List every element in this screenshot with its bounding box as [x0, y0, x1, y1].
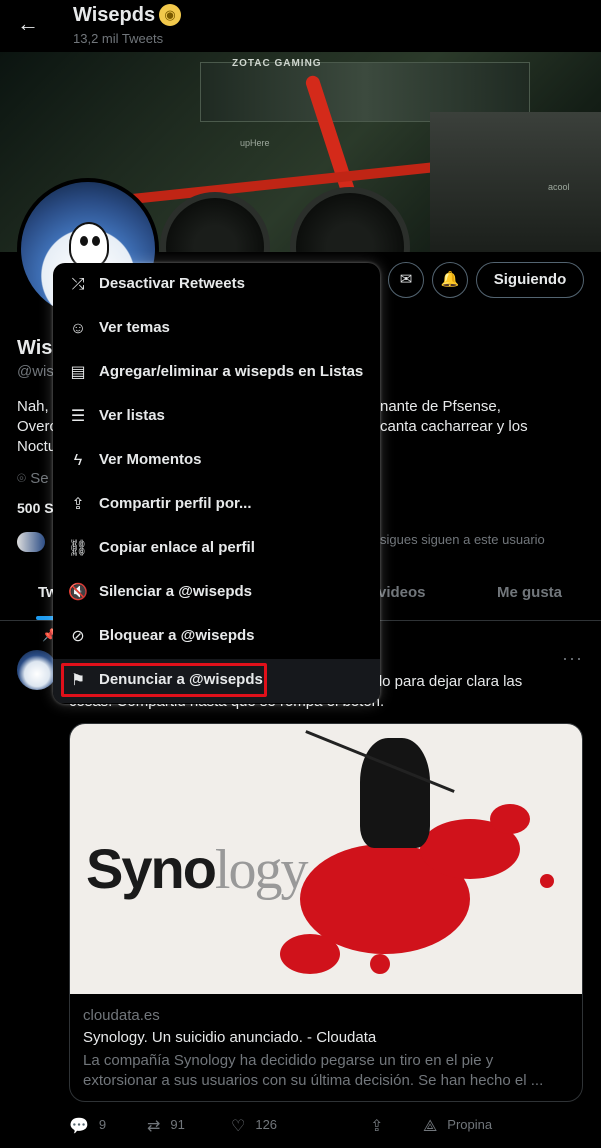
bell-plus-icon[interactable]: 🔔	[432, 262, 468, 298]
tip-icon: ⟁	[423, 1118, 438, 1135]
banner-gpu-label: ZOTAC GAMING	[232, 58, 322, 69]
menu-item-label: Ver temas	[99, 319, 170, 336]
synology-logo-b: logy	[214, 839, 309, 901]
bio-line: Overc	[17, 418, 58, 435]
menu-item-bloquear[interactable]: ⊘ Bloquear a @wisepds	[53, 615, 380, 659]
tab-media[interactable]: videos	[378, 568, 426, 621]
tip-label: Propina	[447, 1117, 493, 1132]
banner-board	[430, 112, 601, 252]
tweet-count: 13,2 mil Tweets	[73, 31, 164, 46]
banner-label-brand: acool	[548, 182, 570, 192]
heart-icon: ♡	[231, 1118, 246, 1135]
profile-stats[interactable]: 500 S	[17, 500, 54, 516]
profile-title-text: Wisepds	[73, 4, 156, 26]
profile-more-menu: ⤮ Desactivar Retweets ☺ Ver temas ▤ Agre…	[53, 263, 380, 704]
retweet-icon: ⇄	[147, 1118, 161, 1135]
synology-logo: Synology	[86, 836, 309, 902]
arrow-left-icon[interactable]: ←	[14, 10, 42, 38]
tweet-avatar[interactable]	[17, 650, 57, 690]
bio-line: nante de Pfsense,	[380, 398, 501, 415]
bio-line: Nah,	[17, 398, 49, 415]
menu-item-label: Denunciar a @wisepds	[99, 671, 263, 688]
topics-icon: ☺	[69, 320, 87, 337]
bio-line: canta cacharrear y los	[380, 418, 528, 435]
synology-logo-a: Syno	[86, 837, 217, 900]
tab-likes[interactable]: Me gusta	[497, 568, 562, 621]
share-button[interactable]: ⇪	[370, 1112, 393, 1138]
menu-item-label: Copiar enlace al perfil	[99, 539, 255, 556]
retweet-button[interactable]: ⇄ 91	[147, 1112, 185, 1138]
retweet-off-icon: ⤮	[71, 276, 85, 293]
link-card-title: Synology. Un suicidio anunciado. - Cloud…	[83, 1029, 377, 1046]
banner-label-uphere: upHere	[240, 138, 270, 148]
bio-line: Noctu	[17, 438, 57, 455]
avatar-skull	[69, 222, 109, 268]
followed-by-text: sigues siguen a este usuario	[380, 532, 545, 547]
banner-fan	[290, 187, 410, 252]
blood-splatter	[370, 954, 390, 974]
menu-item-label: Ver listas	[99, 407, 165, 424]
menu-item-copiar-enlace[interactable]: ⛓ Copiar enlace al perfil	[53, 527, 380, 571]
tip-button[interactable]: ⟁ Propina	[423, 1112, 492, 1138]
location-text: Se	[30, 470, 49, 487]
menu-item-label: Ver Momentos	[99, 451, 202, 468]
reply-icon: 💬	[69, 1118, 89, 1135]
reply-button[interactable]: 💬 9	[69, 1112, 106, 1138]
menu-item-label: Bloquear a @wisepds	[99, 627, 255, 644]
list-icon: ☰	[70, 408, 86, 425]
menu-item-desactivar-retweets[interactable]: ⤮ Desactivar Retweets	[53, 263, 380, 307]
block-icon: ⊘	[71, 628, 85, 645]
tweet-actions: 💬 9 ⇄ 91 ♡ 126 ⇪ ⟁ Propina	[69, 1112, 584, 1138]
blood-splatter	[490, 804, 530, 834]
profile-location: ⌾ Se	[17, 470, 49, 487]
location-pin-icon: ⌾	[17, 470, 27, 487]
mute-icon: 🔇	[68, 584, 88, 601]
more-options-icon[interactable]: ···	[562, 648, 583, 669]
link-card-domain: cloudata.es	[83, 1007, 160, 1024]
banner-fan	[160, 192, 270, 252]
like-button[interactable]: ♡ 126	[231, 1112, 277, 1138]
menu-item-ver-momentos[interactable]: ϟ Ver Momentos	[53, 439, 380, 483]
profile-handle: @wis	[17, 363, 54, 380]
menu-item-listas[interactable]: ▤ Agregar/eliminar a wisepds en Listas	[53, 351, 380, 395]
reply-count: 9	[98, 1117, 107, 1132]
share-icon: ⇪	[370, 1118, 384, 1135]
menu-item-denunciar[interactable]: ⚑ Denunciar a @wisepds	[53, 659, 380, 703]
like-count: 126	[255, 1117, 278, 1132]
menu-item-label: Agregar/eliminar a wisepds en Listas	[99, 363, 364, 380]
profile-name: Wis	[17, 337, 53, 359]
top-header: ← Wisepds ◉ 13,2 mil Tweets	[0, 0, 601, 52]
tweet-text-line: culo para dejar clara las	[363, 673, 523, 690]
flag-icon: ⚑	[70, 672, 86, 689]
retweet-count: 91	[170, 1117, 185, 1132]
menu-item-label: Compartir perfil por...	[99, 495, 252, 512]
blood-splatter	[540, 874, 554, 888]
followed-by-avatars	[17, 532, 45, 552]
link-icon: ⛓	[67, 540, 89, 557]
menu-item-label: Desactivar Retweets	[99, 275, 245, 292]
menu-item-compartir-perfil[interactable]: ⇪ Compartir perfil por...	[53, 483, 380, 527]
menu-item-label: Silenciar a @wisepds	[99, 583, 253, 600]
menu-item-ver-temas[interactable]: ☺ Ver temas	[53, 307, 380, 351]
envelope-icon[interactable]: ✉	[388, 262, 424, 298]
link-card-image: Synology	[70, 724, 582, 994]
following-button[interactable]: Siguiendo	[476, 262, 584, 298]
avatar-eye	[92, 236, 100, 246]
menu-item-silenciar[interactable]: 🔇 Silenciar a @wisepds	[53, 571, 380, 615]
link-card-description: La compañía Synology ha decidido pegarse…	[83, 1052, 544, 1089]
avatar-eye	[80, 236, 88, 246]
share-icon: ⇪	[71, 496, 85, 513]
profile-title: Wisepds ◉	[73, 4, 182, 27]
list-add-icon: ▤	[70, 364, 86, 381]
lightning-icon: ϟ	[73, 452, 83, 469]
link-card[interactable]: Synology cloudata.es Synology. Un suicid…	[69, 723, 583, 1102]
blood-splatter	[280, 934, 340, 974]
samurai-figure	[360, 738, 430, 848]
menu-item-ver-listas[interactable]: ☰ Ver listas	[53, 395, 380, 439]
badge-icon: ◉	[159, 4, 182, 26]
